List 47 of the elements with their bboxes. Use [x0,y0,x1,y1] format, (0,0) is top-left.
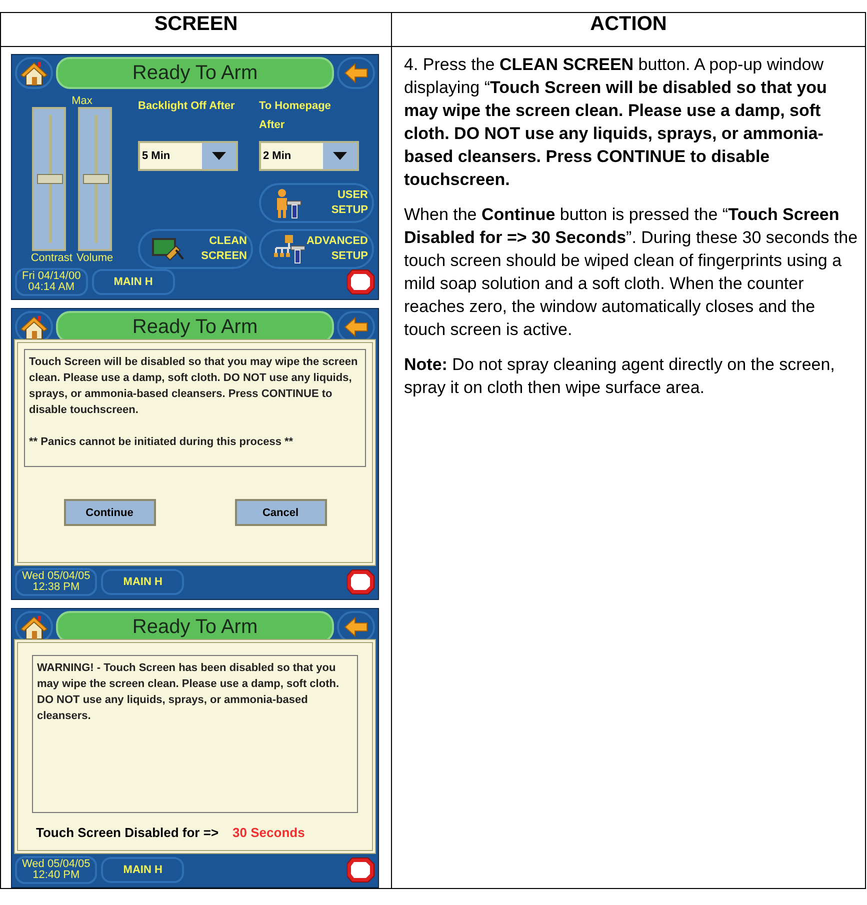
stop-sign-icon[interactable] [347,268,375,296]
back-button[interactable] [337,57,375,89]
date-time-button[interactable]: Fri 04/14/00 04:14 AM [15,268,88,296]
date-time-button[interactable]: Wed 05/04/05 12:38 PM [15,568,98,596]
dropdown-caret-icon [212,152,226,160]
partition-button[interactable]: MAIN H [101,857,184,883]
slider-label: Volume [76,252,114,264]
back-arrow-icon [342,61,370,85]
dropdown[interactable]: 2 Min [259,141,359,171]
house-icon [20,314,48,340]
home-button[interactable] [15,57,53,89]
date-time-button[interactable]: Wed 05/04/05 12:40 PM [15,856,98,884]
user-setup-button[interactable]: USER SETUP [259,183,374,223]
back-arrow-icon [342,615,370,639]
instruction-paragraph: When the Continue button is pressed the “Touch Screen Disabled for => 30 Seconds”. During these 30 seconds the touch screen should be wiped clean of fingerprints using a mild soap solution and a soft cloth. When the counter reaches zero, the window automatically closes and the touch screen is active. [404,204,859,341]
dropdown-label: To Homepage After [259,99,332,133]
dropdown-label: Backlight Off After [138,99,236,114]
house-icon [20,60,48,86]
dialog-message: Touch Screen will be disabled so that you may wipe the screen clean. Please use a damp, soft cloth. DO NOT use any liquids, sprays, or ammonia-based cleansers. Press CONTINUE to disable touchscreen. [29,355,359,418]
slider-thumb[interactable] [37,174,63,184]
dialog-button[interactable]: Cancel [234,499,326,526]
partition-button[interactable]: MAIN H [101,569,184,595]
column-header: ACTION [392,12,866,46]
slider-max-label: Max [72,95,92,107]
dialog-note: ** Panics cannot be initiated during this process ** [29,435,294,450]
countdown-label: Touch Screen Disabled for => [36,825,219,840]
advanced-setup-button[interactable]: ADVANCED SETUP [259,229,374,269]
dialog-button[interactable]: Continue [64,499,156,526]
instruction-paragraph: 4. Press the CLEAN SCREEN button. A pop-up window displaying “Touch Screen will be disabled so that you may wipe the screen clean. Please use a damp, soft cloth. DO NOT use any liquids, sprays, or ammonia-based cleansers. Press CONTINUE to disable touchscreen. [404,54,828,191]
dropdown[interactable]: 5 Min [138,141,238,171]
clean-screen-button[interactable]: CLEAN SCREEN [138,229,253,269]
dropdown-caret-icon [333,152,347,160]
slider-track[interactable] [32,107,66,251]
back-arrow-icon [342,315,370,339]
countdown-value: 30 Seconds [232,825,305,840]
instruction-paragraph: Note: Do not spray cleaning agent directly on the screen, spray it on cloth then wipe surface area. [404,354,836,399]
slider-label: Contrast [30,252,72,264]
partition-button[interactable]: MAIN H [92,269,175,295]
slider-thumb[interactable] [83,174,109,184]
stop-sign-icon[interactable] [347,568,375,596]
slider-track[interactable] [78,107,112,251]
house-icon [20,614,48,640]
status-banner: Ready To Arm [56,57,334,89]
network-hammer-icon [273,234,305,264]
column-header: SCREEN [0,12,392,46]
warning-message: WARNING! - Touch Screen has been disabled so that you may wipe the screen clean. Please use a damp, soft cloth. DO NOT use any liquids, sprays, or ammonia-based cleansers. [37,661,340,724]
stop-sign-icon[interactable] [347,856,375,884]
